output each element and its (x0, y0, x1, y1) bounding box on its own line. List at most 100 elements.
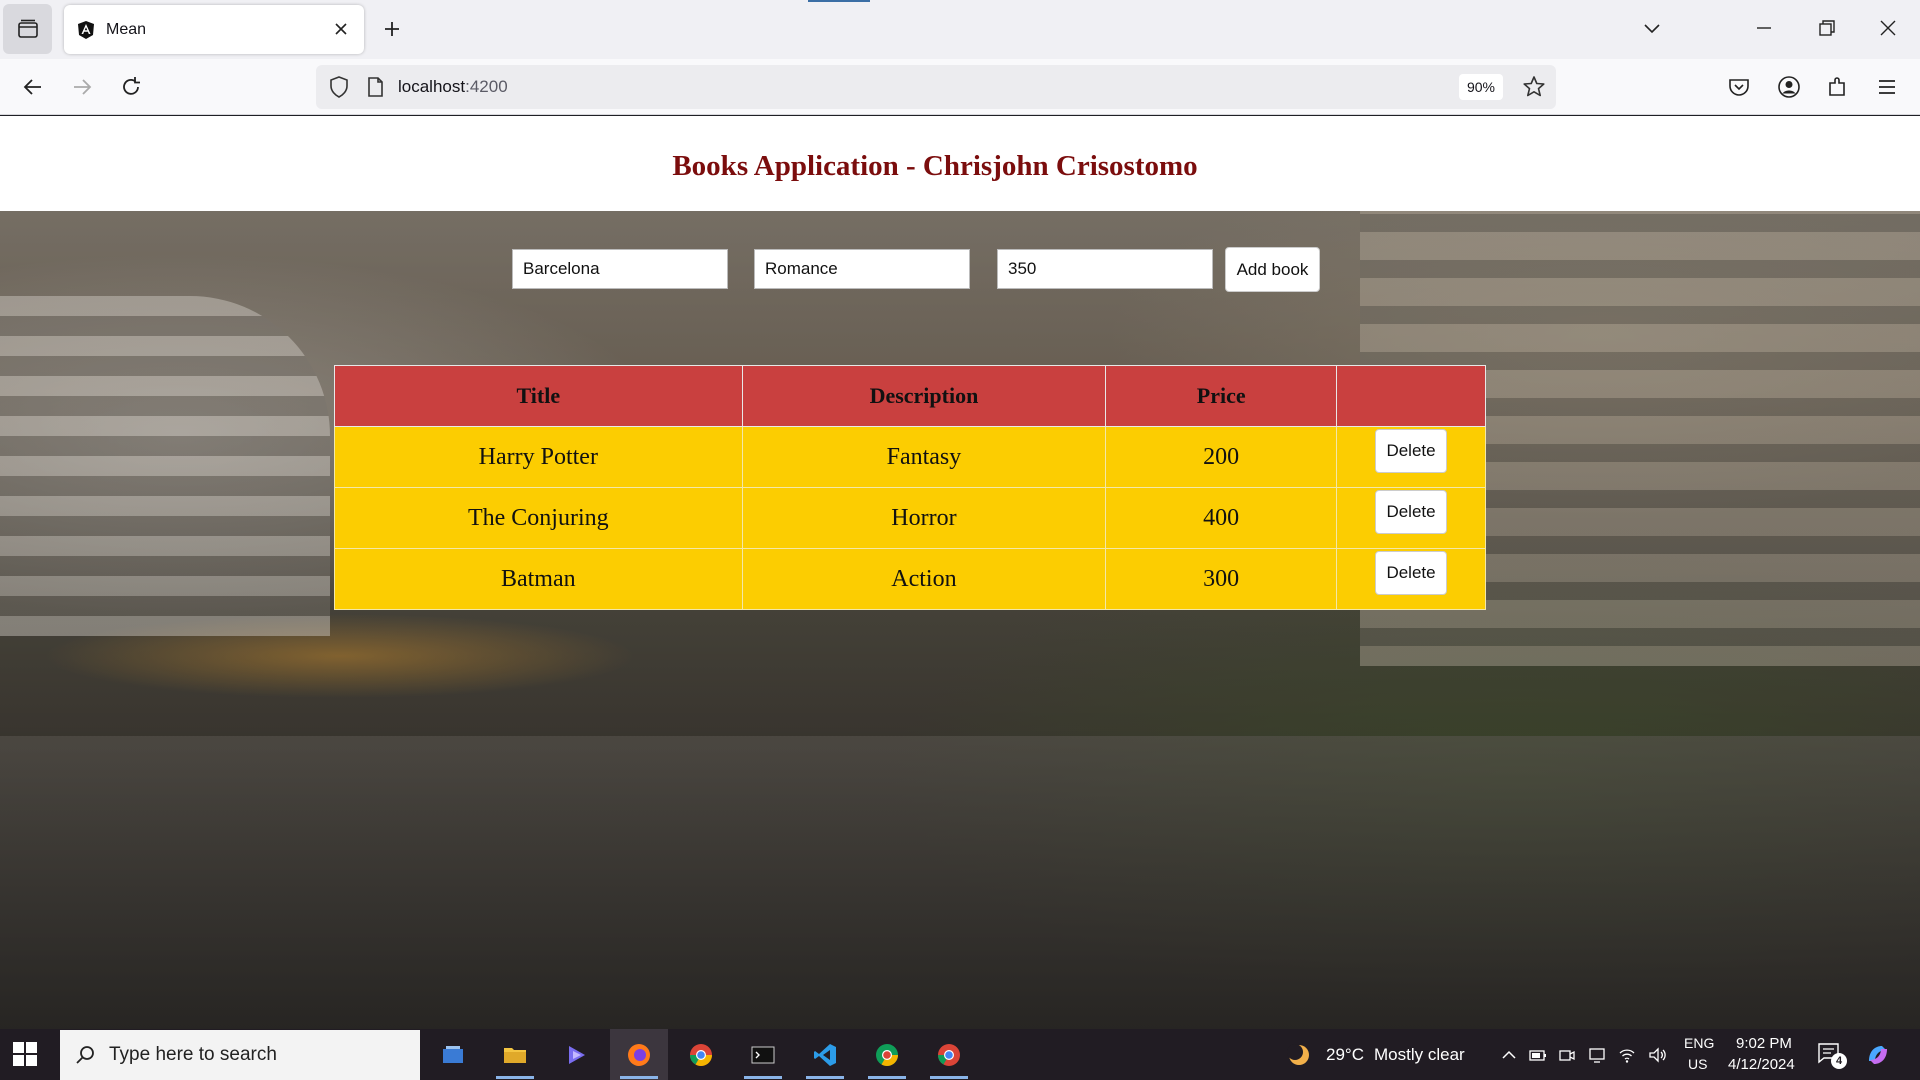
price-input[interactable]: 350 (997, 249, 1213, 289)
taskbar-app-copilot[interactable] (548, 1029, 606, 1080)
folder-icon (504, 1047, 526, 1063)
page-header: Books Application - Chrisjohn Crisostomo (0, 116, 1920, 211)
tab-list-button[interactable] (3, 4, 52, 54)
book-actions-cell: Delete (1336, 426, 1486, 488)
app-open-indicator (744, 1076, 782, 1079)
app-open-indicator (930, 1076, 968, 1079)
url-host: localhost (398, 77, 466, 96)
taskbar-app-desktop[interactable] (424, 1029, 482, 1080)
column-header-price: Price (1105, 365, 1338, 427)
book-title-cell: Batman (334, 548, 743, 610)
taskbar-app-firefox[interactable] (610, 1029, 668, 1080)
search-placeholder: Type here to search (109, 1044, 277, 1065)
browser-tab-active[interactable]: Mean (64, 5, 364, 54)
angular-icon (78, 21, 94, 39)
account-icon[interactable] (1776, 74, 1802, 100)
taskbar-app-chrome-profile-2[interactable] (920, 1029, 978, 1080)
add-book-button[interactable]: Add book (1225, 247, 1320, 292)
table-row: Harry Potter Fantasy 200 Delete (334, 426, 1486, 488)
page-info-icon[interactable] (362, 74, 388, 100)
delete-button[interactable]: Delete (1375, 429, 1448, 473)
taskbar-app-chrome-profile-1[interactable] (858, 1029, 916, 1080)
book-description-cell: Horror (741, 487, 1107, 549)
restore-icon[interactable] (1815, 16, 1839, 40)
extensions-icon[interactable] (1825, 74, 1851, 100)
minimize-icon[interactable] (1752, 16, 1776, 40)
books-table: Title Description Price Harry Potter Fan… (334, 365, 1486, 610)
tab-list-icon (17, 19, 38, 38)
meet-now-icon[interactable] (1558, 1046, 1576, 1064)
app-open-indicator (806, 1076, 844, 1079)
search-icon (76, 1046, 94, 1064)
chevron-down-icon[interactable] (1640, 16, 1664, 40)
reload-icon[interactable] (118, 74, 144, 100)
back-icon[interactable] (20, 74, 46, 100)
copilot-tray-icon[interactable] (1864, 1041, 1892, 1069)
description-input[interactable]: Romance (754, 249, 970, 289)
tab-bar: Mean (0, 0, 1920, 59)
wifi-icon[interactable] (1618, 1046, 1636, 1064)
book-actions-cell: Delete (1336, 487, 1486, 549)
book-actions-cell: Delete (1336, 548, 1486, 610)
app-open-indicator (868, 1076, 906, 1079)
battery-icon[interactable] (1528, 1046, 1548, 1064)
book-price-cell: 400 (1105, 487, 1338, 549)
keyboard-layout[interactable]: US (1688, 1056, 1707, 1072)
taskbar-app-file-explorer[interactable] (486, 1029, 544, 1080)
book-description-cell: Action (741, 548, 1107, 610)
chrome-icon (690, 1043, 712, 1066)
close-window-icon[interactable] (1876, 16, 1900, 40)
chevron-up-icon[interactable] (1500, 1046, 1518, 1064)
pocket-icon[interactable] (1726, 74, 1752, 100)
language-code[interactable]: ENG (1684, 1035, 1714, 1051)
weather-description[interactable]: Mostly clear (1374, 1045, 1465, 1065)
weather-moon-icon[interactable] (1285, 1041, 1313, 1069)
delete-button[interactable]: Delete (1375, 490, 1448, 534)
url-text[interactable]: localhost:4200 (398, 77, 508, 97)
shield-icon[interactable] (326, 74, 352, 100)
menu-icon[interactable] (1874, 74, 1900, 100)
page-title: Books Application - Chrisjohn Crisostomo (672, 150, 1198, 182)
column-header-description: Description (741, 365, 1107, 427)
clock-date[interactable]: 4/12/2024 (1728, 1056, 1795, 1073)
weather-temperature[interactable]: 29°C (1326, 1045, 1364, 1065)
forward-icon[interactable] (69, 74, 95, 100)
app-open-indicator (496, 1076, 534, 1079)
address-bar[interactable]: localhost:4200 90% (316, 65, 1556, 109)
book-price-cell: 200 (1105, 426, 1338, 488)
table-row: The Conjuring Horror 400 Delete (334, 487, 1486, 549)
volume-icon[interactable] (1648, 1046, 1668, 1064)
close-tab-icon[interactable] (332, 20, 350, 38)
chrome-profile-icon (876, 1043, 898, 1066)
taskbar-app-vscode[interactable] (796, 1029, 854, 1080)
taskbar-app-terminal[interactable] (734, 1029, 792, 1080)
windows-start-icon[interactable] (12, 1041, 38, 1067)
book-price-cell: 300 (1105, 548, 1338, 610)
table-header-row: Title Description Price (334, 365, 1486, 427)
copilot-icon (569, 1045, 585, 1064)
app-open-indicator (620, 1076, 658, 1079)
column-header-title: Title (334, 365, 743, 427)
notification-count-badge: 4 (1831, 1053, 1847, 1069)
table-row: Batman Action 300 Delete (334, 548, 1486, 610)
background-photo-left (0, 296, 330, 636)
new-tab-icon[interactable] (380, 17, 404, 41)
title-input[interactable]: Barcelona (512, 249, 728, 289)
zoom-level-button[interactable]: 90% (1459, 74, 1503, 100)
book-title-cell: The Conjuring (334, 487, 743, 549)
taskbar-search[interactable]: Type here to search (60, 1030, 420, 1080)
vscode-icon (814, 1043, 836, 1066)
display-icon[interactable] (1588, 1046, 1606, 1064)
terminal-icon (751, 1046, 775, 1063)
column-header-actions (1336, 365, 1486, 427)
navigation-toolbar: localhost:4200 90% (0, 59, 1920, 115)
tab-title: Mean (106, 21, 147, 38)
clock-time[interactable]: 9:02 PM (1736, 1035, 1792, 1052)
url-port: :4200 (465, 77, 508, 96)
delete-button[interactable]: Delete (1375, 551, 1448, 595)
taskbar-app-chrome[interactable] (672, 1029, 730, 1080)
bookmark-star-icon[interactable] (1521, 74, 1547, 100)
book-title-cell: Harry Potter (334, 426, 743, 488)
book-description-cell: Fantasy (741, 426, 1107, 488)
notifications-button[interactable]: 4 (1816, 1041, 1847, 1069)
